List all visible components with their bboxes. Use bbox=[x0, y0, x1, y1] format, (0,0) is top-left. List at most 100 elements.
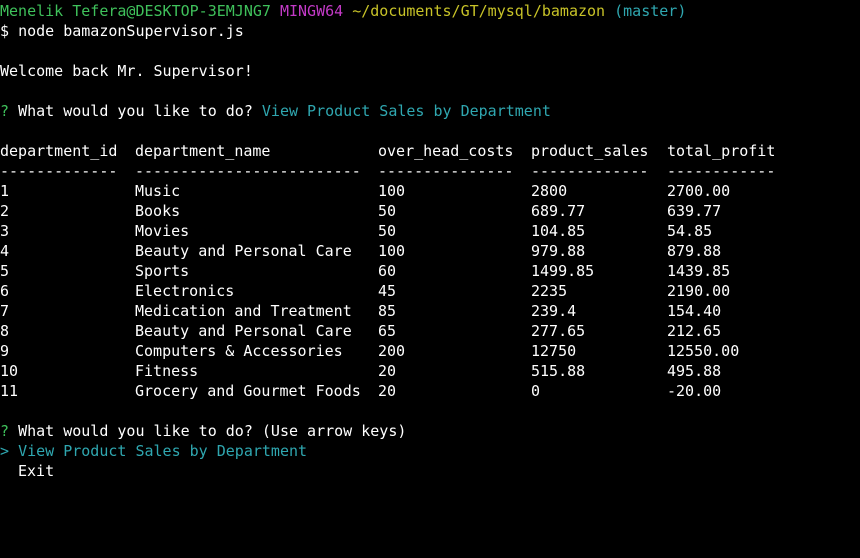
table-cell: 20 bbox=[378, 362, 397, 380]
table-cell: 9 bbox=[0, 342, 10, 360]
column-header: department_id bbox=[0, 142, 118, 160]
question-text: What would you like to do? bbox=[18, 422, 253, 440]
table-row: 5 Sports 60 1499.85 1439.85 bbox=[0, 261, 860, 281]
table-row: 6 Electronics 45 2235 2190.00 bbox=[0, 281, 860, 301]
prompt-symbol: $ bbox=[0, 22, 10, 40]
table-cell: 85 bbox=[378, 302, 397, 320]
prompt-env: MINGW64 bbox=[279, 2, 344, 20]
table-cell: 10 bbox=[0, 362, 19, 380]
menu-item-label: Exit bbox=[18, 462, 55, 480]
table-cell: 689.77 bbox=[531, 202, 586, 220]
table-cell: 65 bbox=[378, 322, 397, 340]
table-cell: 1439.85 bbox=[667, 262, 731, 280]
table-cell: 979.88 bbox=[531, 242, 586, 260]
table-cell: 212.65 bbox=[667, 322, 722, 340]
question-text: What would you like to do? bbox=[18, 102, 253, 120]
column-header: total_profit bbox=[667, 142, 776, 160]
table-cell: 6 bbox=[0, 282, 10, 300]
column-separator: ------------- bbox=[531, 162, 649, 180]
table-cell: 104.85 bbox=[531, 222, 586, 240]
question-line-2: ? What would you like to do? (Use arrow … bbox=[0, 421, 860, 441]
terminal-window[interactable]: Menelik Tefera@DESKTOP-3EMJNG7 MINGW64 ~… bbox=[0, 0, 860, 558]
table-cell: 2 bbox=[0, 202, 10, 220]
table-cell: 2235 bbox=[531, 282, 568, 300]
column-header: product_sales bbox=[531, 142, 649, 160]
table-row: 2 Books 50 689.77 639.77 bbox=[0, 201, 860, 221]
table-cell: 495.88 bbox=[667, 362, 722, 380]
table-cell: Grocery and Gourmet Foods bbox=[135, 382, 361, 400]
table-cell: 515.88 bbox=[531, 362, 586, 380]
table-cell: 7 bbox=[0, 302, 10, 320]
table-row: 4 Beauty and Personal Care 100 979.88 879.88 bbox=[0, 241, 860, 261]
column-separator: --------------- bbox=[378, 162, 514, 180]
column-header: department_name bbox=[135, 142, 271, 160]
table-cell: 11 bbox=[0, 382, 19, 400]
table-cell: Beauty and Personal Care bbox=[135, 242, 352, 260]
table-row: 10 Fitness 20 515.88 495.88 bbox=[0, 361, 860, 381]
table-cell: 0 bbox=[531, 382, 541, 400]
column-header: over_head_costs bbox=[378, 142, 514, 160]
table-cell: -20.00 bbox=[667, 382, 722, 400]
question-answer: View Product Sales by Department bbox=[261, 102, 551, 120]
table-row: 3 Movies 50 104.85 54.85 bbox=[0, 221, 860, 241]
welcome-message: Welcome back Mr. Supervisor! bbox=[0, 62, 253, 80]
table-cell: 2190.00 bbox=[667, 282, 731, 300]
table-cell: 60 bbox=[378, 262, 397, 280]
table-cell: 100 bbox=[378, 242, 406, 260]
prompt-branch: (master) bbox=[614, 2, 687, 20]
table-cell: 239.4 bbox=[531, 302, 577, 320]
table-cell: 100 bbox=[378, 182, 406, 200]
column-separator: ------------------------- bbox=[135, 162, 361, 180]
table-cell: 54.85 bbox=[667, 222, 713, 240]
sales-table: department_id department_name over_head_co… bbox=[0, 141, 860, 401]
question-mark-icon: ? bbox=[0, 422, 10, 440]
table-cell: 12550.00 bbox=[667, 342, 740, 360]
table-cell: Beauty and Personal Care bbox=[135, 322, 352, 340]
table-cell: Music bbox=[135, 182, 181, 200]
command-line: $ node bamazonSupervisor.js bbox=[0, 21, 860, 41]
prompt-path: ~/documents/GT/mysql/bamazon bbox=[352, 2, 606, 20]
table-cell: 12750 bbox=[531, 342, 577, 360]
menu-item-label: View Product Sales by Department bbox=[18, 442, 308, 460]
table-row: 1 Music 100 2800 2700.00 bbox=[0, 181, 860, 201]
table-cell: 5 bbox=[0, 262, 10, 280]
table-cell: 2700.00 bbox=[667, 182, 731, 200]
table-header-row: department_id department_name over_head_co… bbox=[0, 141, 860, 161]
table-cell: Books bbox=[135, 202, 181, 220]
table-row: 9 Computers & Accessories 200 12750 12550.00 bbox=[0, 341, 860, 361]
table-cell: Movies bbox=[135, 222, 190, 240]
command-text: node bamazonSupervisor.js bbox=[18, 22, 244, 40]
table-cell: Electronics bbox=[135, 282, 235, 300]
table-cell: 2800 bbox=[531, 182, 568, 200]
table-cell: 639.77 bbox=[667, 202, 722, 220]
table-cell: Fitness bbox=[135, 362, 199, 380]
table-row: 11 Grocery and Gourmet Foods 20 0 -20.00 bbox=[0, 381, 860, 401]
menu-item-view-sales[interactable]: > View Product Sales by Department bbox=[0, 441, 860, 461]
table-cell: 277.65 bbox=[531, 322, 586, 340]
column-separator: ------------- bbox=[0, 162, 118, 180]
prompt-line: Menelik Tefera@DESKTOP-3EMJNG7 MINGW64 ~… bbox=[0, 1, 860, 21]
table-row: 7 Medication and Treatment 85 239.4 154.40 bbox=[0, 301, 860, 321]
menu-item-exit[interactable]: Exit bbox=[0, 461, 860, 481]
question-hint: (Use arrow keys) bbox=[261, 422, 407, 440]
table-cell: 4 bbox=[0, 242, 10, 260]
question-mark-icon: ? bbox=[0, 102, 10, 120]
table-row: 8 Beauty and Personal Care 65 277.65 212.65 bbox=[0, 321, 860, 341]
table-cell: 3 bbox=[0, 222, 10, 240]
table-cell: 50 bbox=[378, 222, 397, 240]
table-cell: 1 bbox=[0, 182, 10, 200]
table-cell: 45 bbox=[378, 282, 397, 300]
table-cell: 20 bbox=[378, 382, 397, 400]
table-cell: Medication and Treatment bbox=[135, 302, 352, 320]
table-cell: 200 bbox=[378, 342, 406, 360]
table-cell: 154.40 bbox=[667, 302, 722, 320]
question-line-1: ? What would you like to do? View Produc… bbox=[0, 101, 860, 121]
table-cell: 879.88 bbox=[667, 242, 722, 260]
table-cell: 1499.85 bbox=[531, 262, 595, 280]
menu-pointer-icon: > bbox=[0, 442, 10, 460]
table-cell: 50 bbox=[378, 202, 397, 220]
